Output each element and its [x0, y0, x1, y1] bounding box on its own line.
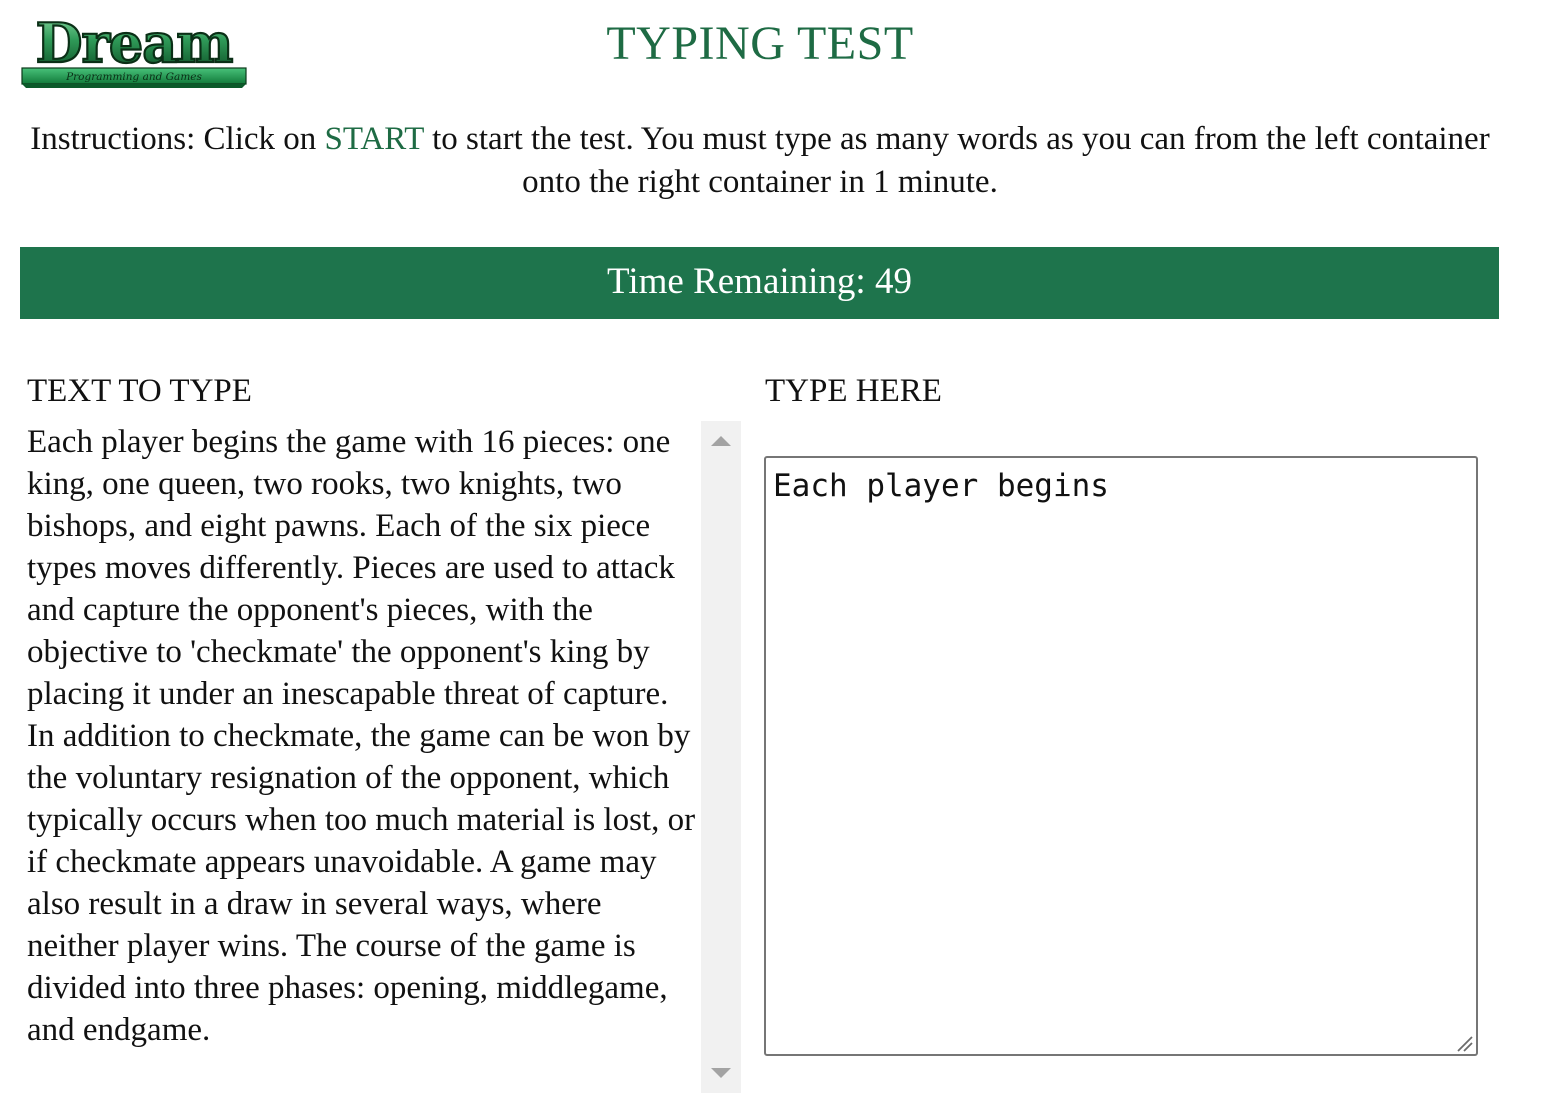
page-title: TYPING TEST — [606, 17, 914, 70]
instructions-before: Instructions: Click on — [30, 121, 325, 157]
arrow-up-icon — [711, 436, 731, 446]
arrow-down-icon — [711, 1068, 731, 1078]
scroll-up-button[interactable] — [701, 421, 741, 461]
instructions-after: to start the test. You must type as many… — [423, 121, 1490, 200]
text-to-type-box: Each player begins the game with 16 piec… — [27, 424, 696, 1048]
type-here-heading: TYPE HERE — [765, 373, 942, 409]
timer-bar: Time Remaining: 49 — [20, 247, 1499, 319]
start-link[interactable]: START — [325, 121, 424, 157]
text-to-type-heading: TEXT TO TYPE — [27, 373, 252, 409]
typing-input[interactable] — [764, 456, 1478, 1056]
text-scrollbar[interactable] — [701, 421, 741, 1093]
timer-value: 49 — [874, 261, 912, 302]
timer-label: Time Remaining: — [607, 261, 875, 302]
resize-grip-icon[interactable] — [1454, 1033, 1474, 1053]
scroll-down-button[interactable] — [701, 1053, 741, 1093]
logo-tagline: Programming and Games — [65, 71, 202, 83]
instructions: Instructions: Click on START to start th… — [20, 118, 1500, 204]
